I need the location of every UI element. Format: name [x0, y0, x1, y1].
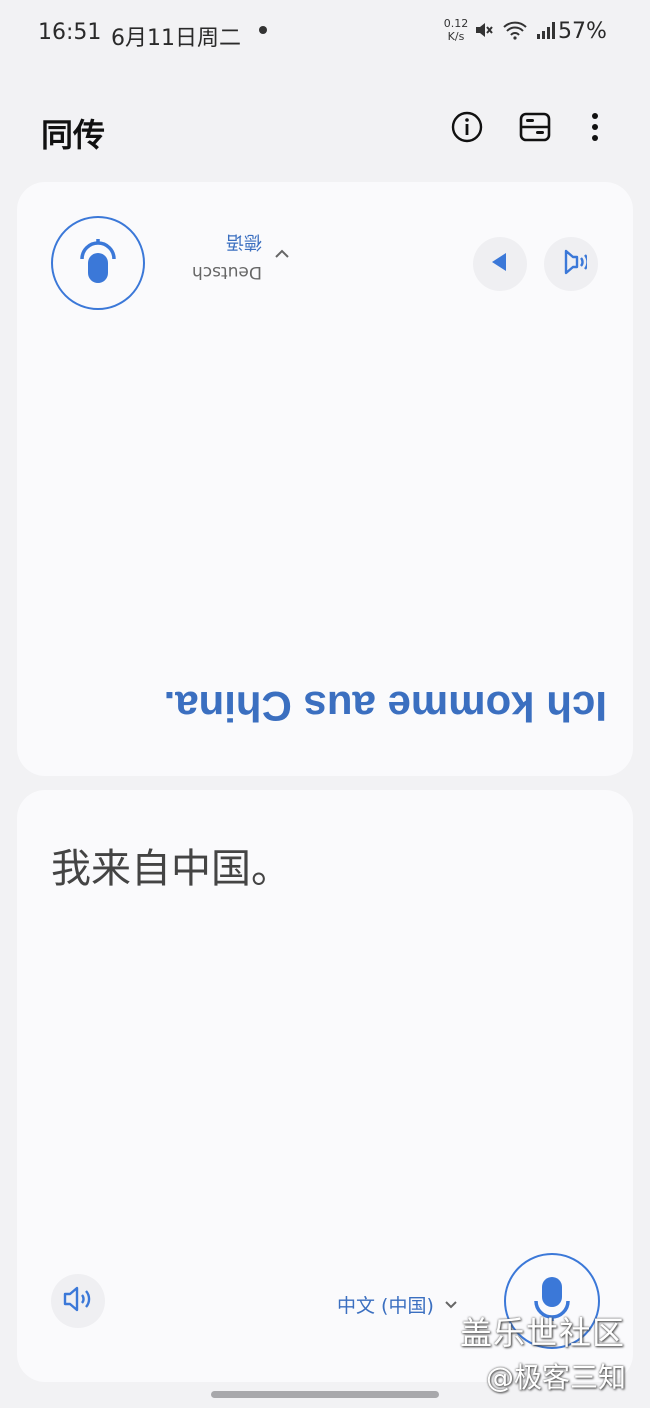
source-text: 我来自中国。 [51, 846, 291, 892]
play-icon [489, 251, 511, 277]
signal-icon [536, 20, 556, 44]
user-panel: 我来自中国。 中文 (中国) [17, 790, 633, 1382]
user-language-label: 中文 (中国) [337, 1294, 434, 1317]
status-time: 16:51 [38, 20, 102, 45]
info-button[interactable] [445, 107, 489, 151]
battery-percent: 57% [558, 19, 607, 44]
more-vertical-icon [591, 112, 599, 146]
partner-panel: 德语 Deutsch Ich komme aus China. [17, 182, 633, 776]
mute-icon [474, 20, 494, 44]
wifi-icon [502, 20, 528, 44]
page-title: 同传 [41, 116, 106, 154]
translated-text: Ich komme aus China. [163, 683, 607, 730]
user-language-selector[interactable]: 中文 (中国) [337, 1290, 458, 1318]
partner-speaker-button[interactable] [544, 237, 598, 291]
info-icon [451, 111, 483, 147]
interpreter-screen: 16:51 6月11日周二 0.12 K/s 57% 同传 德语 Deutsch… [0, 0, 650, 1408]
more-options-button[interactable] [573, 107, 617, 151]
layout-button[interactable] [513, 107, 557, 151]
status-icons [474, 21, 556, 43]
home-indicator[interactable] [211, 1391, 439, 1398]
play-button[interactable] [473, 237, 527, 291]
watermark-community: 盖乐世社区 [460, 1314, 626, 1352]
network-speed-value: 0.12 [443, 17, 469, 30]
partner-language-label: 德语 [226, 231, 262, 252]
watermark-author: @极客三知 [486, 1361, 627, 1394]
partner-language-selector[interactable]: 德语 Deutsch [177, 230, 292, 290]
network-speed: 0.12 K/s [442, 17, 470, 43]
notification-dot [259, 26, 267, 34]
chevron-down-icon [444, 1293, 458, 1315]
partner-mic-button[interactable] [51, 216, 145, 310]
mic-icon [80, 237, 116, 289]
status-date: 6月11日周二 [111, 26, 241, 51]
speaker-icon [555, 248, 589, 280]
layout-icon [519, 111, 551, 147]
partner-language-native: Deutsch [192, 262, 262, 282]
chevron-down-icon [274, 245, 290, 264]
status-bar: 16:51 6月11日周二 0.12 K/s 57% [0, 0, 650, 64]
network-speed-unit: K/s [447, 30, 465, 43]
speaker-icon [62, 1285, 94, 1317]
user-speaker-button[interactable] [51, 1274, 105, 1328]
